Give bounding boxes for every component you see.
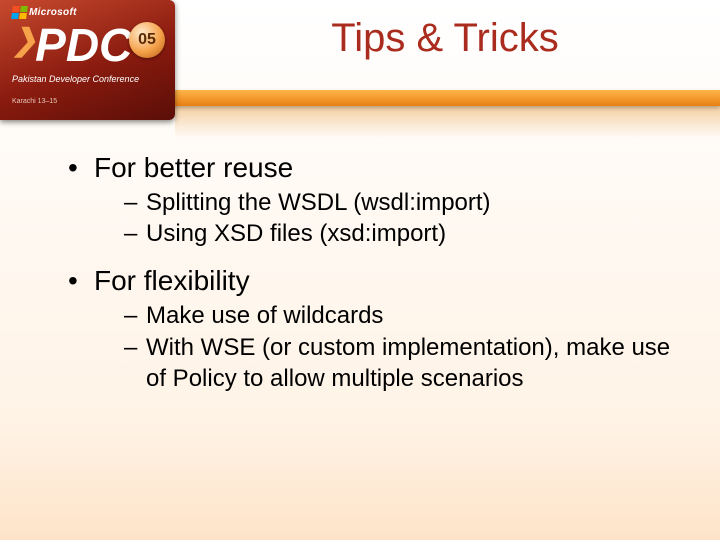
bullet-list: For better reuse Splitting the WSDL (wsd… (68, 150, 680, 394)
bullet-item: For flexibility Make use of wildcards Wi… (68, 263, 680, 394)
header: Microsoft ❯ PDC 05 Pakistan Developer Co… (0, 0, 720, 95)
bullet-text: For better reuse (94, 152, 293, 183)
sub-bullet-item: Make use of wildcards (124, 300, 680, 331)
sub-bullet-item: With WSE (or custom implementation), mak… (124, 332, 680, 394)
bullet-text: For flexibility (94, 265, 250, 296)
sub-bullet-text: Using XSD files (xsd:import) (146, 220, 446, 247)
conference-date: Karachi 13–15 (12, 98, 57, 105)
pdc-logo-text: PDC (35, 22, 132, 68)
sub-bullet-list: Make use of wildcards With WSE (or custo… (94, 300, 680, 394)
sub-bullet-item: Splitting the WSDL (wsdl:import) (124, 187, 680, 218)
year-badge: 05 (129, 22, 165, 58)
microsoft-logo: Microsoft (12, 6, 77, 19)
conference-subtitle: Pakistan Developer Conference (12, 74, 139, 85)
bullet-item: For better reuse Splitting the WSDL (wsd… (68, 150, 680, 249)
microsoft-flag-icon (11, 6, 28, 19)
logo-panel: Microsoft ❯ PDC 05 Pakistan Developer Co… (0, 0, 175, 120)
sub-bullet-text: Splitting the WSDL (wsdl:import) (146, 189, 491, 216)
sub-bullet-item: Using XSD files (xsd:import) (124, 218, 680, 249)
accent-fade (175, 106, 720, 138)
sub-bullet-text: Make use of wildcards (146, 302, 383, 329)
sub-bullet-list: Splitting the WSDL (wsdl:import) Using X… (94, 187, 680, 249)
microsoft-wordmark: Microsoft (29, 7, 77, 18)
pdc-logo: ❯ PDC (12, 22, 132, 68)
sub-bullet-text: With WSE (or custom implementation), mak… (146, 334, 670, 392)
slide: Microsoft ❯ PDC 05 Pakistan Developer Co… (0, 0, 720, 540)
slide-body: For better reuse Splitting the WSDL (wsd… (68, 150, 680, 408)
chevron-icon: ❯ (12, 26, 37, 56)
slide-title: Tips & Tricks (200, 16, 690, 61)
